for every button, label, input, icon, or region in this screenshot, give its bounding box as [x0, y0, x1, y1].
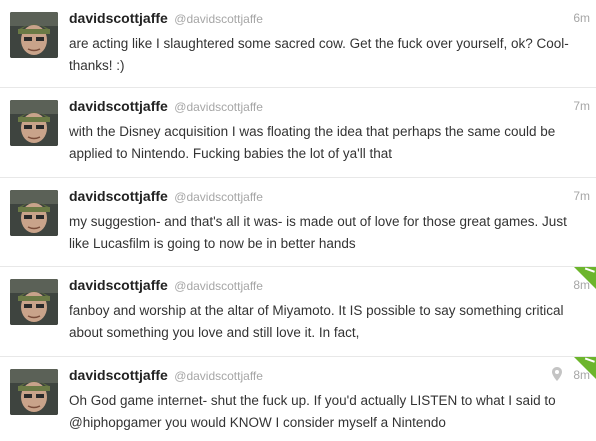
tweet-timestamp[interactable]: 7m	[573, 189, 590, 203]
author-handle[interactable]: @davidscottjaffe	[174, 190, 263, 204]
tweet-item[interactable]: davidscottjaffe @davidscottjaffe 7m my s…	[0, 178, 596, 267]
author-handle[interactable]: @davidscottjaffe	[174, 100, 263, 114]
avatar[interactable]	[10, 279, 58, 325]
tweet-item[interactable]: davidscottjaffe @davidscottjaffe 8m fanb…	[0, 267, 596, 357]
tweet-text: are acting like I slaughtered some sacre…	[69, 36, 569, 73]
author-name[interactable]: davidscottjaffe	[69, 367, 168, 383]
author-handle[interactable]: @davidscottjaffe	[174, 12, 263, 26]
tweet-item[interactable]: davidscottjaffe @davidscottjaffe 8m Oh G…	[0, 357, 596, 441]
avatar[interactable]	[10, 12, 58, 58]
tweet-timestamp[interactable]: 8m	[573, 278, 590, 292]
author-handle[interactable]: @davidscottjaffe	[174, 279, 263, 293]
tweet-timestamp[interactable]: 8m	[573, 368, 590, 382]
avatar[interactable]	[10, 190, 58, 236]
map-pin-icon[interactable]	[552, 367, 562, 386]
author-name[interactable]: davidscottjaffe	[69, 277, 168, 293]
author-handle[interactable]: @davidscottjaffe	[174, 369, 263, 383]
tweet-item[interactable]: davidscottjaffe @davidscottjaffe 7m with…	[0, 88, 596, 178]
author-name[interactable]: davidscottjaffe	[69, 188, 168, 204]
tweet-text: with the Disney acquisition I was floati…	[69, 124, 556, 161]
tweet-text: Oh God game internet- shut the fuck up. …	[69, 393, 556, 430]
tweet-text: my suggestion- and that's all it was- is…	[69, 214, 567, 251]
tweet-header: davidscottjaffe @davidscottjaffe 8m	[69, 367, 590, 385]
tweet-header: davidscottjaffe @davidscottjaffe 7m	[69, 188, 590, 206]
avatar[interactable]	[10, 100, 58, 146]
tweet-header: davidscottjaffe @davidscottjaffe 7m	[69, 98, 590, 116]
tweet-header: davidscottjaffe @davidscottjaffe 6m	[69, 10, 590, 28]
author-name[interactable]: davidscottjaffe	[69, 98, 168, 114]
tweet-timestamp[interactable]: 7m	[573, 99, 590, 113]
avatar[interactable]	[10, 369, 58, 415]
tweet-header: davidscottjaffe @davidscottjaffe 8m	[69, 277, 590, 295]
tweet-timeline: davidscottjaffe @davidscottjaffe 6m are …	[0, 0, 596, 441]
author-name[interactable]: davidscottjaffe	[69, 10, 168, 26]
tweet-item[interactable]: davidscottjaffe @davidscottjaffe 6m are …	[0, 0, 596, 88]
tweet-timestamp[interactable]: 6m	[573, 11, 590, 25]
tweet-text: fanboy and worship at the altar of Miyam…	[69, 303, 564, 340]
